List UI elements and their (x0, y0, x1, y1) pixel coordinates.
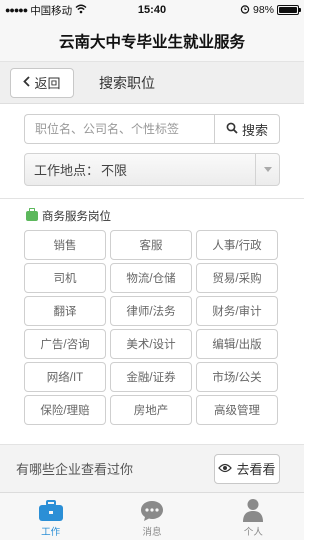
category-item[interactable]: 编辑/出版 (196, 329, 278, 359)
search-button[interactable]: 搜索 (214, 114, 280, 144)
tab-label: 个人 (243, 526, 263, 538)
category-item[interactable]: 金融/证券 (110, 362, 192, 392)
category-item[interactable]: 律师/法务 (110, 296, 192, 326)
battery-fill (279, 7, 297, 13)
battery-icon (277, 5, 301, 15)
category-item[interactable]: 网络/IT (24, 362, 106, 392)
page-title: 搜索职位 (99, 74, 155, 91)
app-title-bar: 云南大中专毕业生就业服务 (0, 20, 304, 62)
chat-bubble-icon (140, 496, 164, 522)
category-item[interactable]: 保险/理赔 (24, 395, 106, 425)
location-value: 不限 (101, 163, 128, 178)
status-left: ●●●●● 中国移动 (5, 3, 87, 18)
tab-label: 消息 (142, 526, 162, 538)
view-button-label: 去看看 (236, 462, 276, 477)
category-item[interactable]: 人事/行政 (196, 230, 278, 260)
section-title: 商务服务岗位 (42, 211, 111, 223)
divider (0, 198, 304, 199)
category-item[interactable]: 广告/咨询 (24, 329, 106, 359)
category-item[interactable]: 高级管理 (196, 395, 278, 425)
alarm-icon (240, 4, 250, 17)
category-item[interactable]: 客服 (110, 230, 192, 260)
history-text: 有哪些企业查看过你 (16, 462, 134, 477)
category-item[interactable]: 美术/设计 (110, 329, 192, 359)
nav-row: 返回 搜索职位 (0, 62, 304, 104)
category-item[interactable]: 房地产 (110, 395, 192, 425)
wifi-icon (75, 4, 87, 17)
eye-icon (218, 461, 233, 476)
carrier-label: 中国移动 (30, 4, 73, 17)
briefcase-icon (26, 208, 38, 221)
briefcase-icon (38, 496, 64, 522)
category-item[interactable]: 司机 (24, 263, 106, 293)
category-item[interactable]: 翻译 (24, 296, 106, 326)
category-item[interactable]: 贸易/采购 (196, 263, 278, 293)
category-grid: 销售 客服 人事/行政司机 物流/仓储 贸易/采购翻译 律师/法务 财务/审计广告/咨询 美术… (24, 230, 304, 425)
signal-icon: ●●●●● (5, 5, 28, 15)
tab-label: 工作 (41, 526, 61, 538)
back-label: 返回 (34, 76, 61, 91)
tab-profile[interactable]: 个人 (203, 493, 304, 540)
battery-percent: 98% (252, 4, 274, 16)
chevron-down-icon (255, 154, 279, 185)
section-header: 商务服务岗位 (26, 208, 304, 224)
person-icon (242, 496, 264, 522)
chevron-left-icon (23, 75, 31, 90)
search-row: 搜索 (24, 114, 280, 144)
app-title: 云南大中专毕业生就业服务 (58, 33, 245, 51)
category-item[interactable]: 物流/仓储 (110, 263, 192, 293)
category-item[interactable]: 市场/公关 (196, 362, 278, 392)
status-right: 98% (240, 4, 301, 17)
location-label: 工作地点： (34, 163, 100, 178)
view-button[interactable]: 去看看 (214, 453, 280, 484)
location-select[interactable]: 工作地点： 不限 (24, 153, 280, 186)
search-icon (226, 122, 238, 137)
status-time: 15:40 (137, 4, 167, 16)
history-row: 有哪些企业查看过你 去看看 (0, 444, 304, 492)
back-button[interactable]: 返回 (10, 67, 74, 98)
search-input[interactable] (24, 114, 214, 144)
status-bar: ●●●●● 中国移动 15:40 98% (0, 0, 304, 20)
tab-messages[interactable]: 消息 (101, 493, 202, 540)
category-item[interactable]: 财务/审计 (196, 296, 278, 326)
tab-bar: 工作 消息 个人 (0, 492, 304, 540)
tab-work[interactable]: 工作 (0, 493, 101, 540)
category-item[interactable]: 销售 (24, 230, 106, 260)
search-button-label: 搜索 (241, 122, 268, 138)
